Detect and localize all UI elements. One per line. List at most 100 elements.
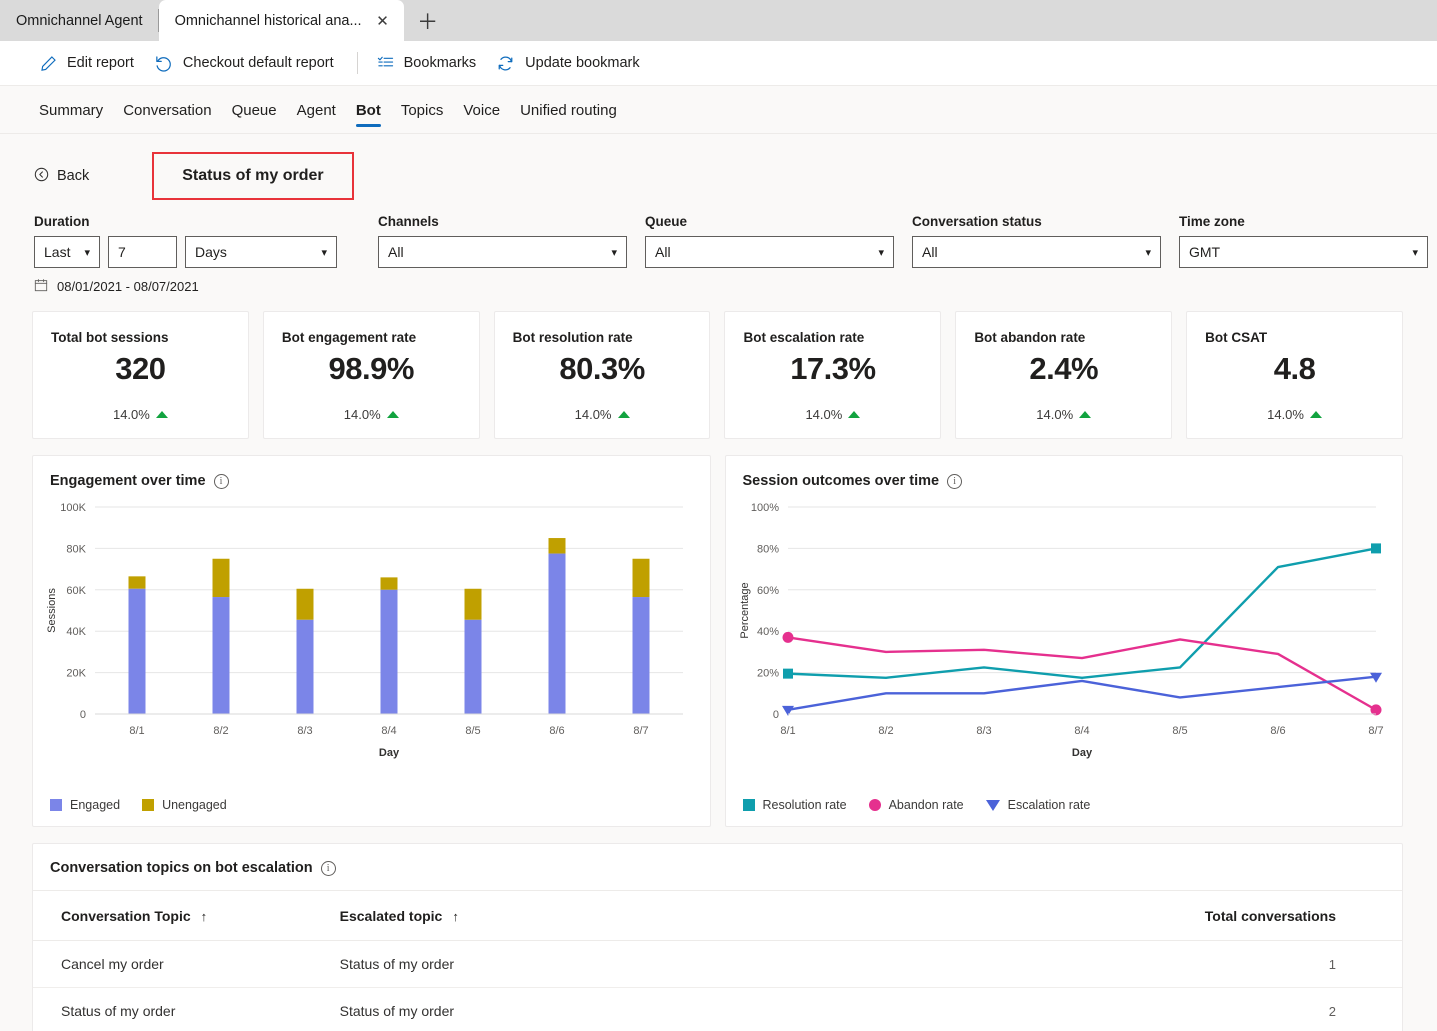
date-range-text: 08/01/2021 - 08/07/2021 — [57, 279, 199, 294]
browser-tab-label: Omnichannel historical ana... — [174, 12, 362, 29]
duration-mode-select[interactable]: Last ▾ — [34, 236, 100, 268]
legend-item-engaged[interactable]: Engaged — [50, 798, 120, 812]
table-row[interactable]: Status of my order Status of my order 2 — [33, 987, 1402, 1031]
svg-text:20%: 20% — [756, 668, 778, 680]
svg-text:Percentage: Percentage — [739, 582, 751, 638]
tab-voice[interactable]: Voice — [454, 90, 509, 129]
table-title-text: Conversation topics on bot escalation — [50, 860, 313, 876]
duration-amount-value: 7 — [118, 244, 126, 260]
kpi-value: 17.3% — [790, 351, 876, 386]
channels-label: Channels — [378, 214, 439, 229]
kpi-card-bot-resolution-rate[interactable]: Bot resolution rate 80.3% 14.0% — [493, 311, 711, 439]
conversation-status-select[interactable]: All ▾ — [912, 236, 1161, 268]
tab-queue[interactable]: Queue — [223, 90, 286, 129]
legend-item-escalation-rate[interactable]: Escalation rate — [985, 798, 1090, 812]
legend-label: Engaged — [70, 798, 121, 812]
channels-select[interactable]: All ▾ — [378, 236, 627, 268]
engagement-bar-chart[interactable]: 0 20K 40K 60K 80K 100K 8/1 8/2 8/3 8/4 8/5 8/6 8/7 Da… — [33, 489, 710, 798]
browser-tab-strip: Omnichannel Agent Omnichannel historical… — [0, 0, 1437, 41]
tab-agent[interactable]: Agent — [288, 90, 345, 129]
tab-conversation[interactable]: Conversation — [114, 90, 220, 129]
kpi-card-bot-escalation-rate[interactable]: Bot escalation rate 17.3% 14.0% — [724, 311, 942, 439]
svg-text:80K: 80K — [66, 543, 86, 555]
channels-filter-group: Channels All ▾ — [378, 214, 627, 268]
cell-total-conversations: 2 — [1087, 987, 1402, 1031]
channels-value: All — [388, 244, 404, 260]
chart-panels-row: Engagement over time i 0 20K 40K 60K 80K 100K… — [0, 439, 1437, 827]
update-bookmark-button[interactable]: Update bookmark — [490, 48, 653, 79]
kpi-card-bot-abandon-rate[interactable]: Bot abandon rate 2.4% 14.0% — [955, 311, 1173, 439]
kpi-delta-value: 14.0% — [343, 407, 381, 422]
bookmarks-list-icon — [377, 55, 394, 72]
queue-select[interactable]: All ▾ — [645, 236, 894, 268]
chevron-down-icon: ▾ — [1145, 246, 1151, 259]
duration-unit-value: Days — [195, 244, 227, 260]
duration-unit-select[interactable]: Days ▾ — [185, 236, 337, 268]
legend-item-abandon-rate[interactable]: Abandon rate — [868, 798, 964, 812]
trend-up-icon — [848, 411, 861, 418]
calendar-icon — [34, 278, 48, 295]
kpi-delta: 14.0% — [743, 407, 922, 422]
legend-item-unengaged[interactable]: Unengaged — [142, 798, 227, 812]
kpi-card-total-bot-sessions[interactable]: Total bot sessions 320 14.0% — [32, 311, 249, 439]
column-header-conversation-topic[interactable]: Conversation Topic ↑ — [33, 891, 312, 941]
session-outcomes-line-chart[interactable]: 0 20% 40% 60% 80% 100% 8/1 8/2 8/3 8/4 8/5 8/6 8/7 Da… — [726, 489, 1403, 798]
svg-text:40K: 40K — [66, 626, 86, 638]
svg-text:8/1: 8/1 — [780, 725, 795, 737]
svg-text:8/3: 8/3 — [976, 725, 991, 737]
legend-item-resolution-rate[interactable]: Resolution rate — [742, 798, 847, 812]
time-zone-select[interactable]: GMT ▾ — [1179, 236, 1428, 268]
kpi-delta: 14.0% — [51, 407, 230, 422]
duration-filter-group: Duration Last ▾ 7 Days ▾ — [34, 214, 337, 268]
engagement-over-time-panel: Engagement over time i 0 20K 40K 60K 80K 100K… — [32, 455, 711, 827]
table-row[interactable]: Cancel my order Status of my order 1 — [33, 940, 1402, 988]
page-title: Status of my order — [152, 152, 354, 200]
kpi-delta-value: 14.0% — [1267, 407, 1304, 422]
undo-icon — [154, 54, 173, 73]
svg-text:20K: 20K — [66, 668, 86, 680]
pencil-icon — [40, 55, 57, 72]
column-label: Total conversations — [1204, 908, 1336, 924]
column-header-total-conversations[interactable]: Total conversations — [1087, 891, 1402, 941]
checkout-default-report-label: Checkout default report — [182, 55, 334, 71]
info-icon[interactable]: i — [213, 473, 229, 489]
svg-text:Day: Day — [379, 747, 400, 759]
info-icon[interactable]: i — [320, 860, 336, 876]
kpi-title: Bot resolution rate — [512, 330, 633, 345]
kpi-value: 4.8 — [1273, 351, 1316, 386]
plus-icon[interactable]: ＋ — [410, 6, 446, 36]
tab-topics[interactable]: Topics — [392, 90, 453, 129]
duration-amount-input[interactable]: 7 — [108, 236, 177, 268]
conversation-topics-table-card: Conversation topics on bot escalation i … — [32, 843, 1403, 1031]
kpi-delta: 14.0% — [513, 407, 692, 422]
trend-up-icon — [386, 411, 399, 418]
tab-summary[interactable]: Summary — [30, 90, 112, 129]
browser-tab-omnichannel-agent[interactable]: Omnichannel Agent — [0, 0, 159, 41]
tab-bot[interactable]: Bot — [347, 90, 390, 129]
svg-text:0: 0 — [772, 709, 778, 721]
bookmarks-button[interactable]: Bookmarks — [371, 49, 491, 78]
column-header-escalated-topic[interactable]: Escalated topic ↑ — [311, 891, 1087, 941]
refresh-icon — [496, 54, 515, 73]
svg-text:8/2: 8/2 — [878, 725, 893, 737]
browser-tab-historical-analytics[interactable]: Omnichannel historical ana... ✕ — [158, 0, 404, 41]
svg-text:8/4: 8/4 — [381, 725, 396, 737]
checkout-default-report-button[interactable]: Checkout default report — [148, 48, 348, 79]
svg-text:40%: 40% — [756, 626, 778, 638]
edit-report-button[interactable]: Edit report — [34, 49, 148, 78]
kpi-card-bot-csat[interactable]: Bot CSAT 4.8 14.0% — [1186, 311, 1403, 439]
svg-text:8/5: 8/5 — [465, 725, 480, 737]
cell-escalated-topic: Status of my order — [311, 940, 1087, 988]
legend-swatch-abandon-rate — [868, 799, 881, 811]
back-button[interactable]: Back — [34, 167, 89, 186]
kpi-delta-value: 14.0% — [574, 407, 612, 422]
kpi-delta-value: 14.0% — [112, 407, 150, 422]
svg-text:60%: 60% — [756, 585, 778, 597]
kpi-card-bot-engagement-rate[interactable]: Bot engagement rate 98.9% 14.0% — [262, 311, 480, 439]
kpi-delta: 14.0% — [974, 407, 1153, 422]
close-icon[interactable]: ✕ — [372, 10, 394, 32]
update-bookmark-label: Update bookmark — [525, 55, 640, 71]
tab-unified-routing[interactable]: Unified routing — [511, 90, 626, 129]
kpi-title: Bot abandon rate — [974, 330, 1086, 345]
info-icon[interactable]: i — [947, 473, 963, 489]
